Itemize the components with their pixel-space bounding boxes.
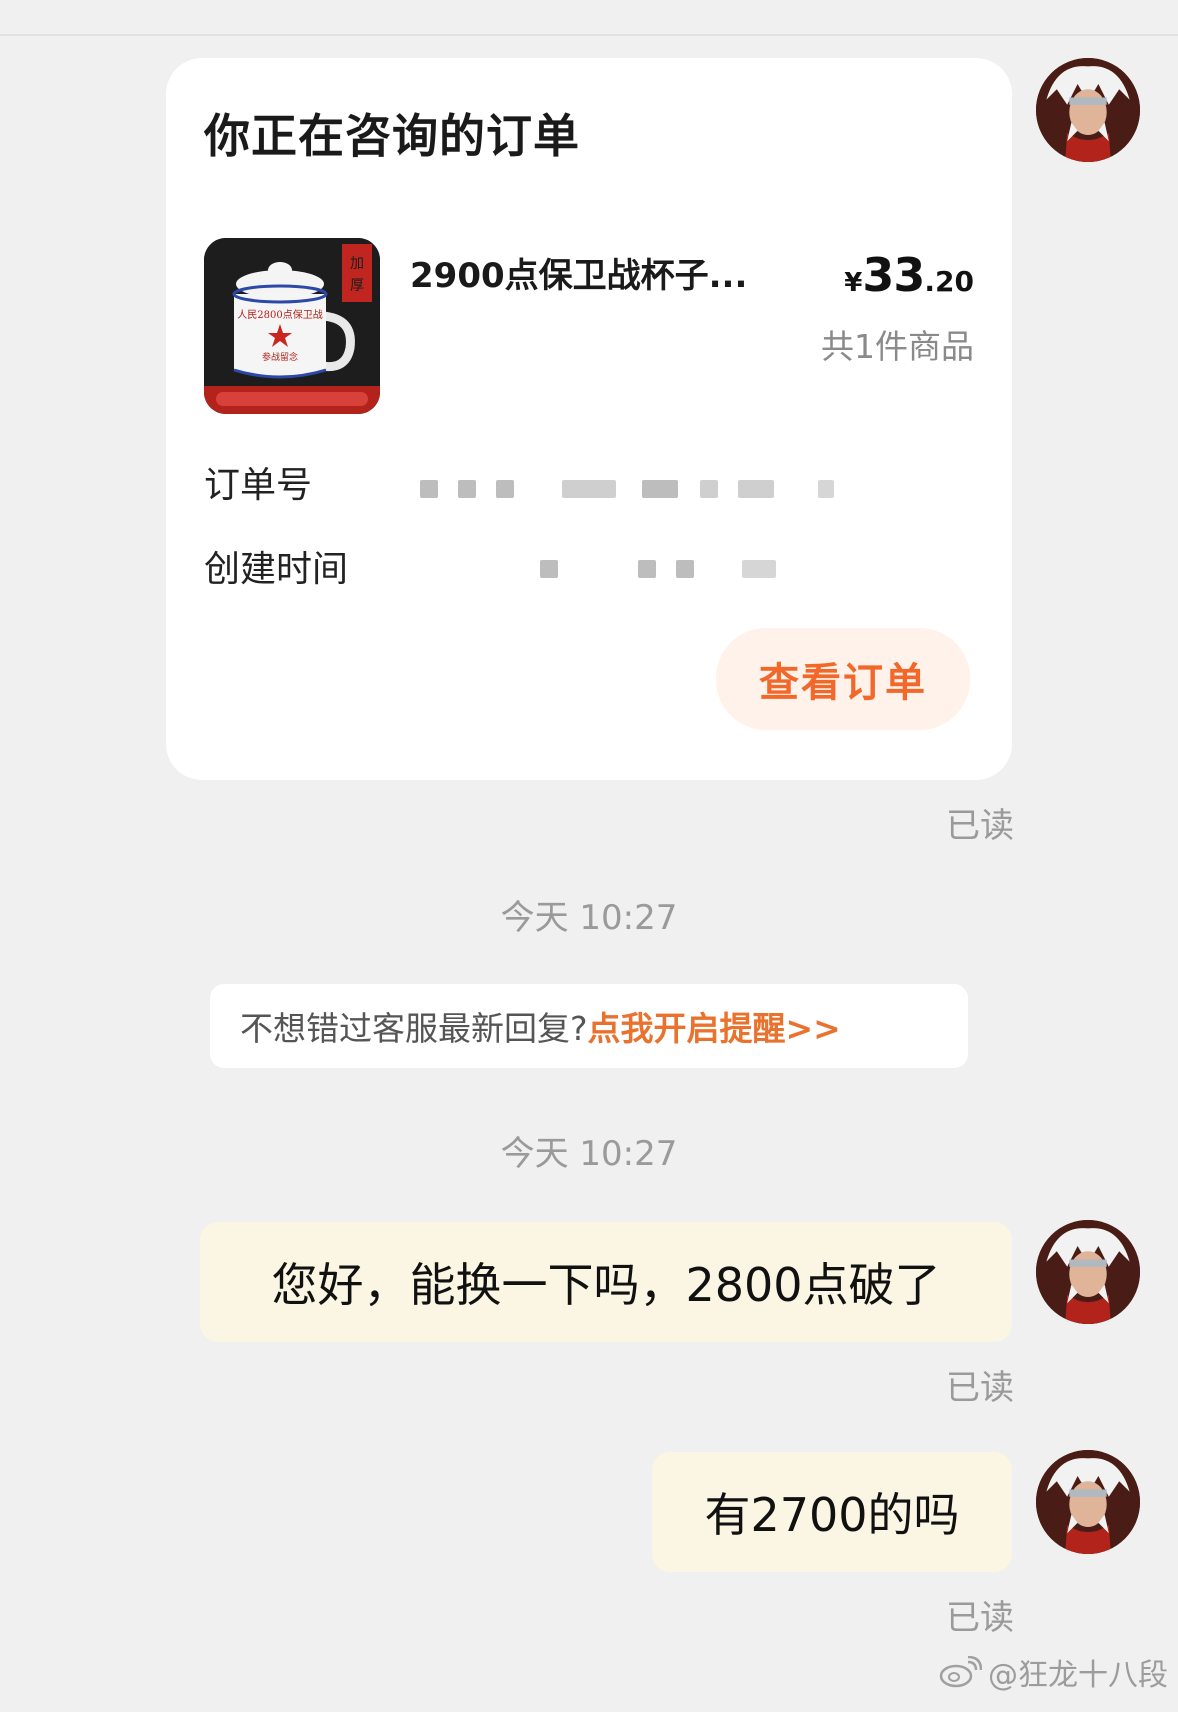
product-price: ¥33.20 xyxy=(844,248,974,302)
chat-message-bubble[interactable]: 有2700的吗 xyxy=(652,1452,1012,1572)
order-consult-card: 你正在咨询的订单 加 厚 人民2800点保卫战 参战留念 2900点保卫战杯子.… xyxy=(166,58,1012,780)
enamel-mug-image: 加 厚 人民2800点保卫战 参战留念 xyxy=(204,238,380,414)
user-avatar[interactable] xyxy=(1036,1220,1140,1324)
read-status: 已读 xyxy=(946,806,1014,846)
thumb-badge-text: 加 xyxy=(350,256,364,272)
svg-text:厚: 厚 xyxy=(350,278,364,294)
chat-message-bubble[interactable]: 您好，能换一下吗，2800点破了 xyxy=(200,1222,1012,1342)
item-count: 共1件商品 xyxy=(821,327,974,366)
created-time-label: 创建时间 xyxy=(204,549,349,590)
user-avatar[interactable] xyxy=(1036,1450,1140,1554)
enable-reminder-link[interactable]: 点我开启提醒>> xyxy=(588,1002,841,1050)
product-thumbnail[interactable]: 加 厚 人民2800点保卫战 参战留念 xyxy=(204,238,380,414)
user-avatar[interactable] xyxy=(1036,58,1140,162)
top-divider xyxy=(0,34,1178,36)
price-currency: ¥ xyxy=(844,268,863,298)
message-timestamp: 今天 10:27 xyxy=(500,1134,678,1174)
message-timestamp: 今天 10:27 xyxy=(500,898,678,938)
avatar-image xyxy=(1036,1220,1140,1324)
reminder-question: 不想错过客服最新回复? xyxy=(240,1009,588,1048)
avatar-image xyxy=(1036,58,1140,162)
read-status: 已读 xyxy=(946,1368,1014,1408)
order-card-title: 你正在咨询的订单 xyxy=(204,109,580,163)
message-text: 有2700的吗 xyxy=(704,1488,960,1542)
read-status: 已读 xyxy=(946,1598,1014,1638)
weibo-watermark: @狂龙十八段 xyxy=(938,1650,1168,1694)
weibo-icon xyxy=(939,1656,982,1688)
order-number-label: 订单号 xyxy=(204,465,313,506)
price-decimal: .20 xyxy=(924,265,974,298)
thumb-sub-text: 参战留念 xyxy=(262,351,298,363)
thumb-slogan-text: 人民2800点保卫战 xyxy=(237,308,322,321)
product-name[interactable]: 2900点保卫战杯子... xyxy=(410,248,747,297)
created-time-value-masked xyxy=(540,560,800,580)
view-order-button[interactable]: 查看订单 xyxy=(716,628,970,730)
watermark-text: @狂龙十八段 xyxy=(988,1658,1168,1693)
message-text: 您好，能换一下吗，2800点破了 xyxy=(271,1258,941,1312)
avatar-image xyxy=(1036,1450,1140,1554)
price-integer: 33 xyxy=(862,248,925,302)
order-number-value-masked xyxy=(420,480,834,500)
reply-reminder-notice: 不想错过客服最新回复? 点我开启提醒>> xyxy=(210,984,968,1068)
